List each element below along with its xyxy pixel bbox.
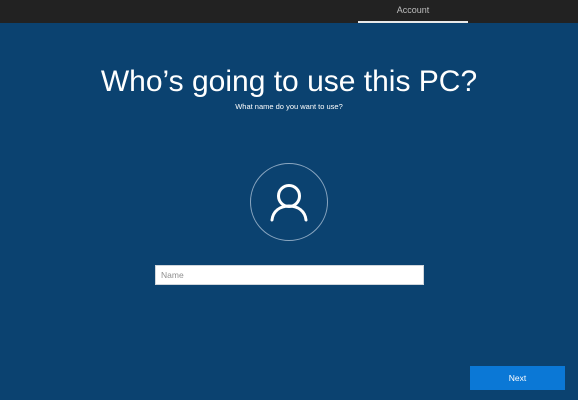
page-title: Who’s going to use this PC? [100,65,478,98]
avatar [250,163,328,241]
page-subtitle: What name do you want to use? [235,102,343,111]
name-input[interactable] [155,265,424,285]
next-button[interactable]: Next [470,366,565,390]
top-bar: Account [0,0,578,23]
person-icon [270,184,308,222]
setup-screen: Account Who’s going to use this PC? What… [0,0,578,400]
tab-account[interactable]: Account [358,0,468,23]
